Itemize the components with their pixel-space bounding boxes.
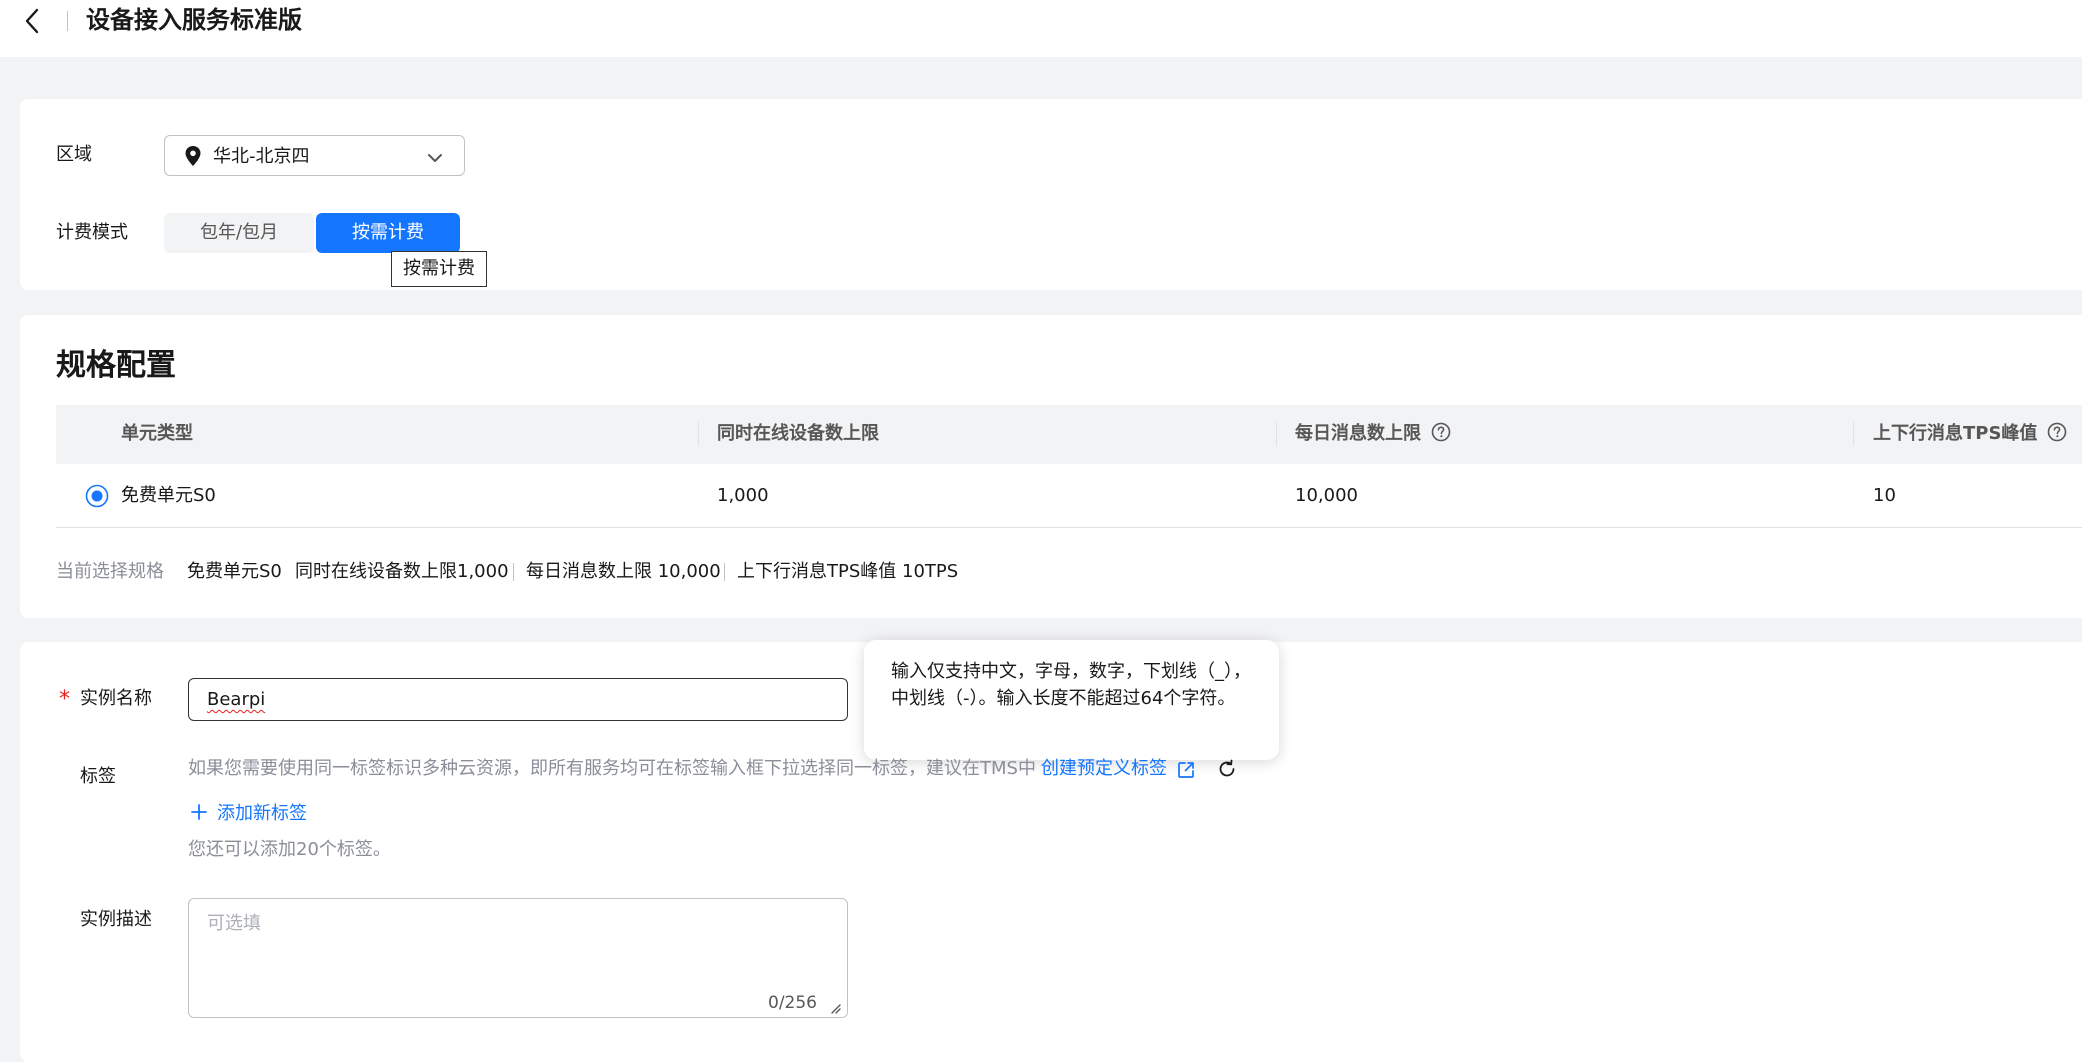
refresh-icon[interactable] [1217,759,1237,779]
current-spec-tps: 上下行消息TPS峰值 10TPS [737,561,959,582]
back-chevron-icon[interactable] [21,6,45,36]
spec-table-row[interactable]: 免费单元S0 1,000 10,000 10 [56,464,2082,528]
billing-label: 计费模式 [56,222,128,243]
column-header-unit-type: 单元类型 [121,423,193,444]
region-select[interactable]: 华北-北京四 [164,135,465,176]
cell-unit-type: 免费单元S0 [121,485,216,506]
current-spec-label: 当前选择规格 [56,561,164,582]
create-predefined-tag-link[interactable]: 创建预定义标签 [1041,757,1167,781]
tag-label: 标签 [80,766,116,787]
current-spec-unit: 免费单元S0 [187,561,282,582]
column-header-daily-limit-label: 每日消息数上限 [1295,423,1421,444]
location-pin-icon [185,146,201,166]
desc-placeholder: 可选填 [207,913,261,934]
instance-name-input[interactable]: Bearpi [188,678,848,721]
column-divider [698,422,699,446]
region-label: 区域 [56,144,92,165]
on-demand-tooltip: 按需计费 [391,251,487,287]
column-divider [1276,422,1277,446]
desc-char-count: 0/256 [768,993,817,1013]
column-header-tps-label: 上下行消息TPS峰值 [1873,423,2038,444]
summary-divider [513,563,514,581]
column-header-online-limit: 同时在线设备数上限 [717,423,879,444]
billing-option-yearly-monthly[interactable]: 包年/包月 [164,213,314,253]
instance-desc-label: 实例描述 [80,909,152,930]
plus-icon [191,803,207,820]
name-hint-tooltip: 输入仅支持中文，字母，数字，下划线（_），中划线（-）。输入长度不能超过64个字… [864,640,1279,760]
billing-option-on-demand[interactable]: 按需计费 [316,213,460,253]
top-bar: 设备接入服务标准版 [0,0,2082,57]
remaining-tags-text: 您还可以添加20个标签。 [188,839,391,860]
page-title: 设备接入服务标准版 [86,6,302,34]
column-header-daily-limit: 每日消息数上限 [1295,422,1451,446]
cell-online-limit: 1,000 [717,485,769,506]
instance-name-label: 实例名称 [80,688,152,709]
summary-divider [724,563,725,581]
help-circle-icon[interactable] [2047,422,2067,442]
title-divider [67,11,68,31]
current-spec-daily: 每日消息数上限 10,000 [526,561,721,582]
add-new-tag-button[interactable]: 添加新标签 [191,802,307,826]
region-value: 华北-北京四 [213,146,310,167]
instance-desc-textarea[interactable]: 可选填 0/256 [188,898,848,1018]
current-spec-online: 同时在线设备数上限1,000 [295,561,509,582]
add-new-tag-label: 添加新标签 [217,803,307,824]
required-mark: * [59,687,70,712]
chevron-down-icon [427,149,443,162]
spec-section-title: 规格配置 [56,348,176,383]
column-header-tps: 上下行消息TPS峰值 [1873,422,2067,446]
external-link-icon[interactable] [1177,761,1195,779]
resize-grip-icon[interactable] [829,999,841,1014]
basic-config-card [20,99,2082,290]
radio-selected-icon[interactable] [85,484,109,508]
help-circle-icon[interactable] [1431,422,1451,442]
cell-daily-limit: 10,000 [1295,485,1358,506]
spec-table-header: 单元类型 同时在线设备数上限 每日消息数上限 上下行消息TPS峰值 [56,405,2082,464]
instance-name-value: Bearpi [207,689,266,710]
tag-description: 如果您需要使用同一标签标识多种云资源，即所有服务均可在标签输入框下拉选择同一标签… [188,758,1036,779]
column-divider [1853,422,1854,446]
cell-tps: 10 [1873,485,1896,506]
